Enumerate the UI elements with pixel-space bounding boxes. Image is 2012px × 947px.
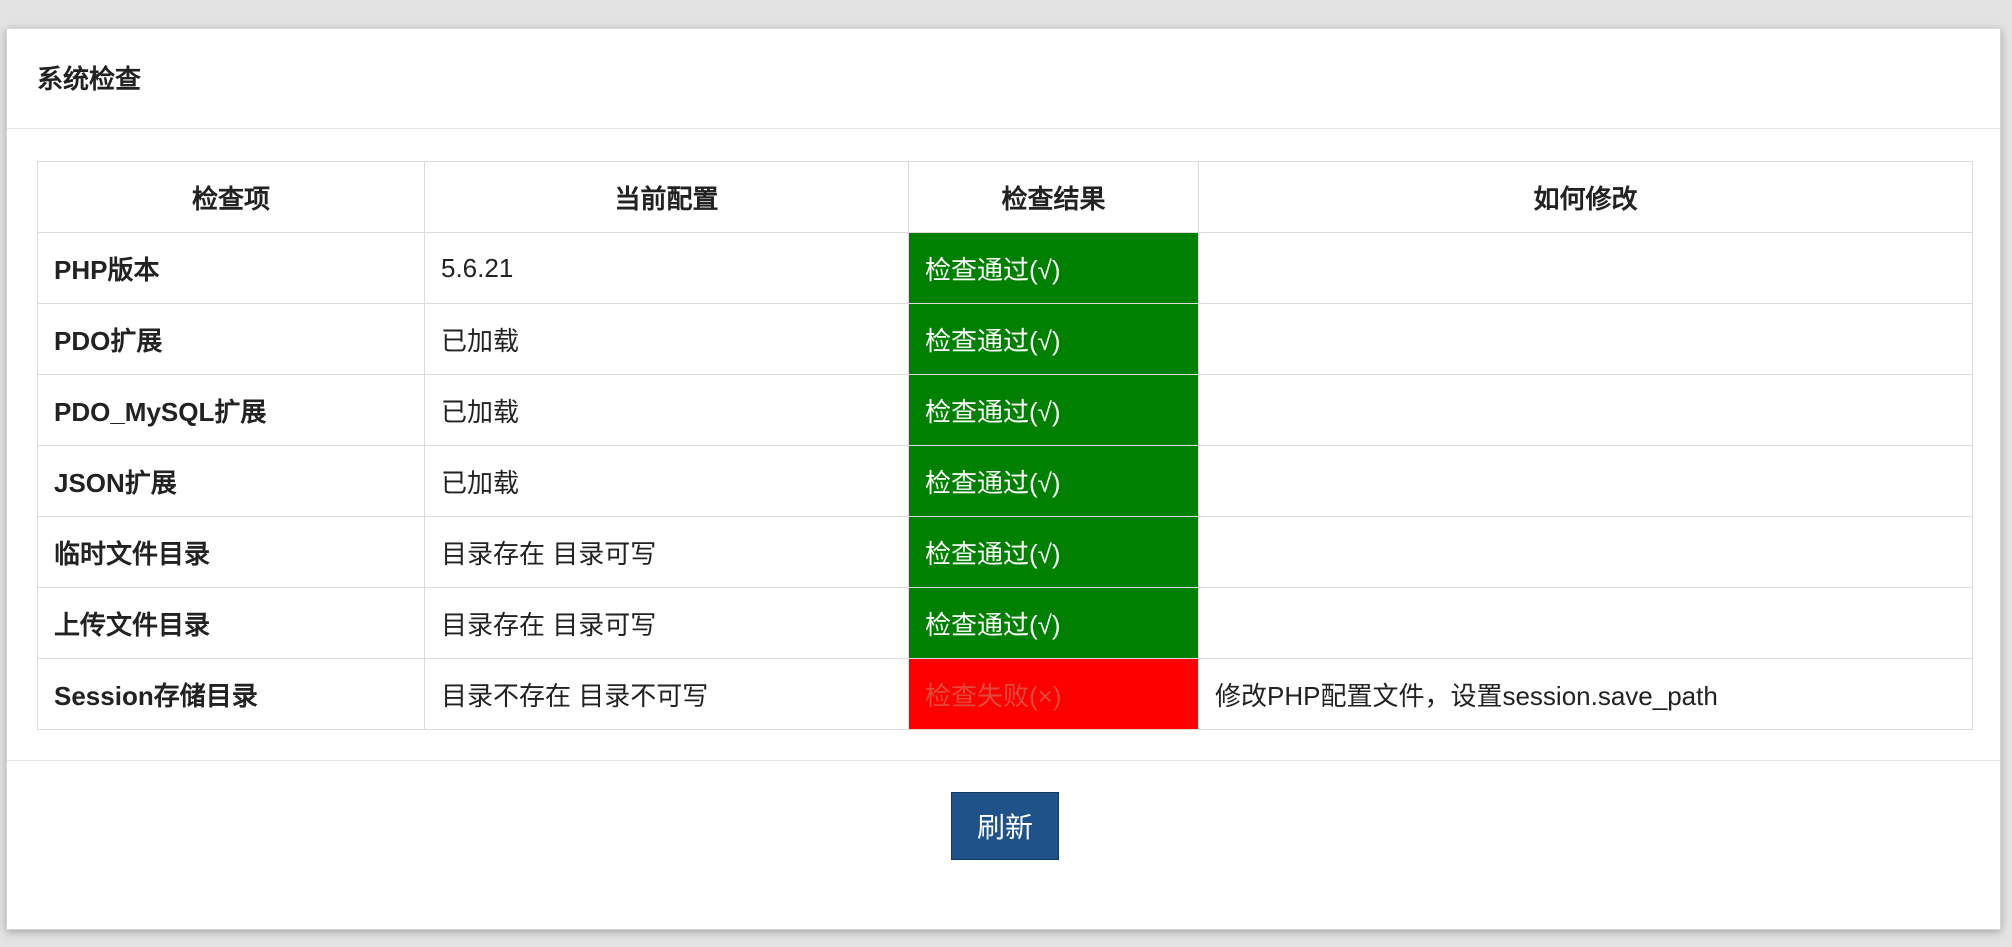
current-config-cell: 5.6.21 xyxy=(424,232,909,304)
panel-footer: 刷新 xyxy=(7,761,2000,931)
table-row: 上传文件目录 目录存在 目录可写 检查通过(√) xyxy=(37,587,1973,659)
check-result-pass-cell: 检查通过(√) xyxy=(908,516,1199,588)
check-result-pass-cell: 检查通过(√) xyxy=(908,587,1199,659)
check-item-cell: 临时文件目录 xyxy=(37,516,425,588)
table-row: PDO_MySQL扩展 已加载 检查通过(√) xyxy=(37,374,1973,446)
current-config-cell: 已加载 xyxy=(424,303,909,375)
how-to-fix-cell xyxy=(1198,303,1973,375)
how-to-fix-cell: 修改PHP配置文件，设置session.save_path xyxy=(1198,658,1973,730)
header-current-config: 当前配置 xyxy=(424,161,909,233)
check-result-pass-cell: 检查通过(√) xyxy=(908,445,1199,517)
header-check-result: 检查结果 xyxy=(908,161,1199,233)
header-check-item: 检查项 xyxy=(37,161,425,233)
current-config-cell: 目录存在 目录可写 xyxy=(424,516,909,588)
how-to-fix-cell xyxy=(1198,587,1973,659)
check-item-cell: PDO_MySQL扩展 xyxy=(37,374,425,446)
table-header-row: 检查项 当前配置 检查结果 如何修改 xyxy=(37,161,1973,233)
how-to-fix-cell xyxy=(1198,232,1973,304)
current-config-cell: 已加载 xyxy=(424,374,909,446)
current-config-cell: 已加载 xyxy=(424,445,909,517)
check-result-pass-cell: 检查通过(√) xyxy=(908,303,1199,375)
check-table: 检查项 当前配置 检查结果 如何修改 PHP版本 5.6.21 检查通过(√) … xyxy=(37,161,1973,730)
table-row: 临时文件目录 目录存在 目录可写 检查通过(√) xyxy=(37,516,1973,588)
check-result-pass-cell: 检查通过(√) xyxy=(908,232,1199,304)
check-result-pass-cell: 检查通过(√) xyxy=(908,374,1199,446)
check-item-cell: Session存储目录 xyxy=(37,658,425,730)
header-how-to-fix: 如何修改 xyxy=(1198,161,1973,233)
current-config-cell: 目录不存在 目录不可写 xyxy=(424,658,909,730)
check-item-cell: PDO扩展 xyxy=(37,303,425,375)
table-row: PHP版本 5.6.21 检查通过(√) xyxy=(37,232,1973,304)
check-result-fail-cell: 检查失败(×) xyxy=(908,658,1199,730)
check-item-cell: PHP版本 xyxy=(37,232,425,304)
check-item-cell: 上传文件目录 xyxy=(37,587,425,659)
current-config-cell: 目录存在 目录可写 xyxy=(424,587,909,659)
panel-body: 检查项 当前配置 检查结果 如何修改 PHP版本 5.6.21 检查通过(√) … xyxy=(7,129,2000,761)
how-to-fix-cell xyxy=(1198,374,1973,446)
system-check-panel: 系统检查 检查项 当前配置 检查结果 如何修改 PHP版本 5.6.21 检查通… xyxy=(6,28,2001,930)
check-item-cell: JSON扩展 xyxy=(37,445,425,517)
refresh-button[interactable]: 刷新 xyxy=(951,792,1059,860)
table-row: Session存储目录 目录不存在 目录不可写 检查失败(×) 修改PHP配置文… xyxy=(37,658,1973,730)
how-to-fix-cell xyxy=(1198,516,1973,588)
panel-title: 系统检查 xyxy=(37,64,142,94)
how-to-fix-cell xyxy=(1198,445,1973,517)
table-row: PDO扩展 已加载 检查通过(√) xyxy=(37,303,1973,375)
table-row: JSON扩展 已加载 检查通过(√) xyxy=(37,445,1973,517)
panel-header: 系统检查 xyxy=(7,29,2000,129)
